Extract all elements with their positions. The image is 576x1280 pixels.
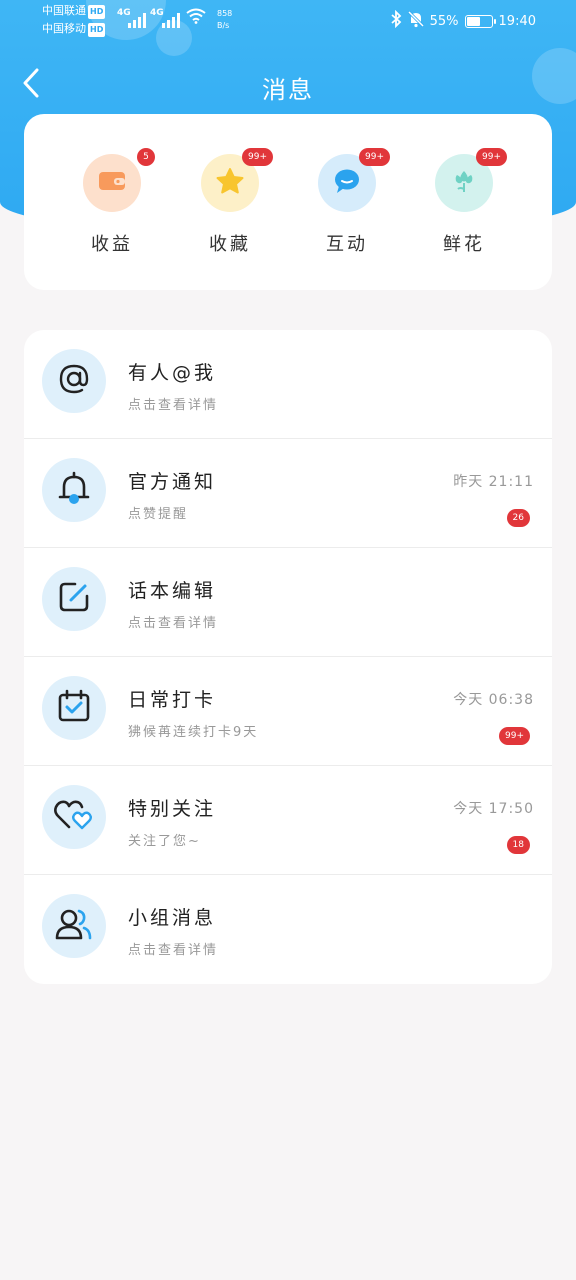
list-item-group-messages[interactable]: 小组消息 点击查看详情 xyxy=(24,875,552,984)
navigation-bar: 消息 xyxy=(0,56,576,112)
item-badge: 99+ xyxy=(499,727,530,745)
carrier-1-name: 中国联通 xyxy=(42,4,86,17)
battery-percent: 55% xyxy=(429,13,459,29)
group-icon-circle xyxy=(42,894,106,958)
flowers-badge: 99+ xyxy=(476,148,507,166)
item-title: 官方通知 xyxy=(128,471,217,493)
edit-icon-circle xyxy=(42,567,106,631)
at-icon xyxy=(57,362,91,400)
battery-icon xyxy=(464,14,496,28)
income-badge: 5 xyxy=(137,148,155,166)
status-right: 55% 19:40 xyxy=(390,9,536,32)
status-bar: 中国联通 HD 中国移动 HD 4G 4G 858 B/s 55% 19:40 xyxy=(0,0,576,44)
list-item-special-follow[interactable]: 特别关注 关注了您~ 今天 17:50 18 xyxy=(24,766,552,875)
item-title: 日常打卡 xyxy=(128,689,217,711)
item-subtitle: 点击查看详情 xyxy=(128,398,219,413)
item-badge: 26 xyxy=(506,509,530,527)
chat-bubble-icon xyxy=(332,167,362,199)
star-icon xyxy=(215,167,245,199)
favorites-badge: 99+ xyxy=(242,148,273,166)
category-label: 收益 xyxy=(91,234,133,255)
category-label: 收藏 xyxy=(209,234,251,255)
page-title: 消息 xyxy=(262,76,314,104)
item-time: 今天 17:50 xyxy=(453,801,534,817)
list-item-script-edit[interactable]: 话本编辑 点击查看详情 xyxy=(24,548,552,657)
calendar-check-icon xyxy=(56,688,92,728)
checkin-icon-circle xyxy=(42,676,106,740)
hearts-icon xyxy=(54,797,94,837)
category-card: 5 收益 99+ 收藏 99+ 互动 99+ 鲜花 xyxy=(24,114,552,290)
list-item-daily-checkin[interactable]: 日常打卡 狒候苒连续打卡9天 今天 06:38 99+ xyxy=(24,657,552,766)
hd-badge: HD xyxy=(88,5,106,19)
hd-badge: HD xyxy=(88,23,106,37)
carrier-2: 中国移动 HD xyxy=(42,22,106,37)
network-speed: 858 B/s xyxy=(217,8,232,32)
message-list: 有人@我 点击查看详情 官方通知 点赞提醒 昨天 21:11 26 话本编辑 点… xyxy=(24,330,552,984)
mute-bell-icon xyxy=(407,10,424,32)
signal-icon xyxy=(128,10,146,28)
list-item-mentions[interactable]: 有人@我 点击查看详情 xyxy=(24,330,552,439)
carrier-2-name: 中国移动 xyxy=(42,22,86,35)
category-favorites[interactable]: 99+ 收藏 xyxy=(180,148,280,256)
edit-icon xyxy=(57,580,91,618)
signal-icon xyxy=(162,10,180,28)
category-label: 鲜花 xyxy=(443,234,485,255)
item-subtitle: 点赞提醒 xyxy=(128,507,189,522)
favorites-icon-circle: 99+ xyxy=(201,148,273,212)
item-title: 有人@我 xyxy=(128,362,217,384)
bluetooth-icon xyxy=(390,9,402,32)
category-interaction[interactable]: 99+ 互动 xyxy=(297,148,397,256)
mentions-icon-circle xyxy=(42,349,106,413)
wallet-icon xyxy=(97,169,127,197)
item-subtitle: 点击查看详情 xyxy=(128,616,219,631)
carrier-1: 中国联通 HD xyxy=(42,4,106,19)
item-time: 今天 06:38 xyxy=(453,692,534,708)
list-item-official-notice[interactable]: 官方通知 点赞提醒 昨天 21:11 26 xyxy=(24,439,552,548)
category-label: 互动 xyxy=(326,234,368,255)
interaction-badge: 99+ xyxy=(359,148,390,166)
follow-icon-circle xyxy=(42,785,106,849)
flower-icon xyxy=(449,166,479,200)
interaction-icon-circle: 99+ xyxy=(318,148,390,212)
item-time: 昨天 21:11 xyxy=(453,474,534,490)
item-title: 小组消息 xyxy=(128,907,217,929)
item-title: 特别关注 xyxy=(128,798,217,820)
speed-value: 858 xyxy=(217,9,233,18)
wifi-icon xyxy=(186,8,206,28)
bell-icon xyxy=(56,470,92,510)
speed-unit: B/s xyxy=(217,21,230,30)
item-subtitle: 关注了您~ xyxy=(128,834,201,849)
clock: 19:40 xyxy=(498,13,536,29)
item-subtitle: 狒候苒连续打卡9天 xyxy=(128,725,259,740)
notice-icon-circle xyxy=(42,458,106,522)
income-icon-circle: 5 xyxy=(83,148,155,212)
category-income[interactable]: 5 收益 xyxy=(62,148,162,256)
item-title: 话本编辑 xyxy=(128,580,217,602)
item-badge: 18 xyxy=(506,836,530,854)
flowers-icon-circle: 99+ xyxy=(435,148,507,212)
item-subtitle: 点击查看详情 xyxy=(128,943,219,958)
category-flowers[interactable]: 99+ 鲜花 xyxy=(414,148,514,256)
group-icon xyxy=(54,906,94,946)
